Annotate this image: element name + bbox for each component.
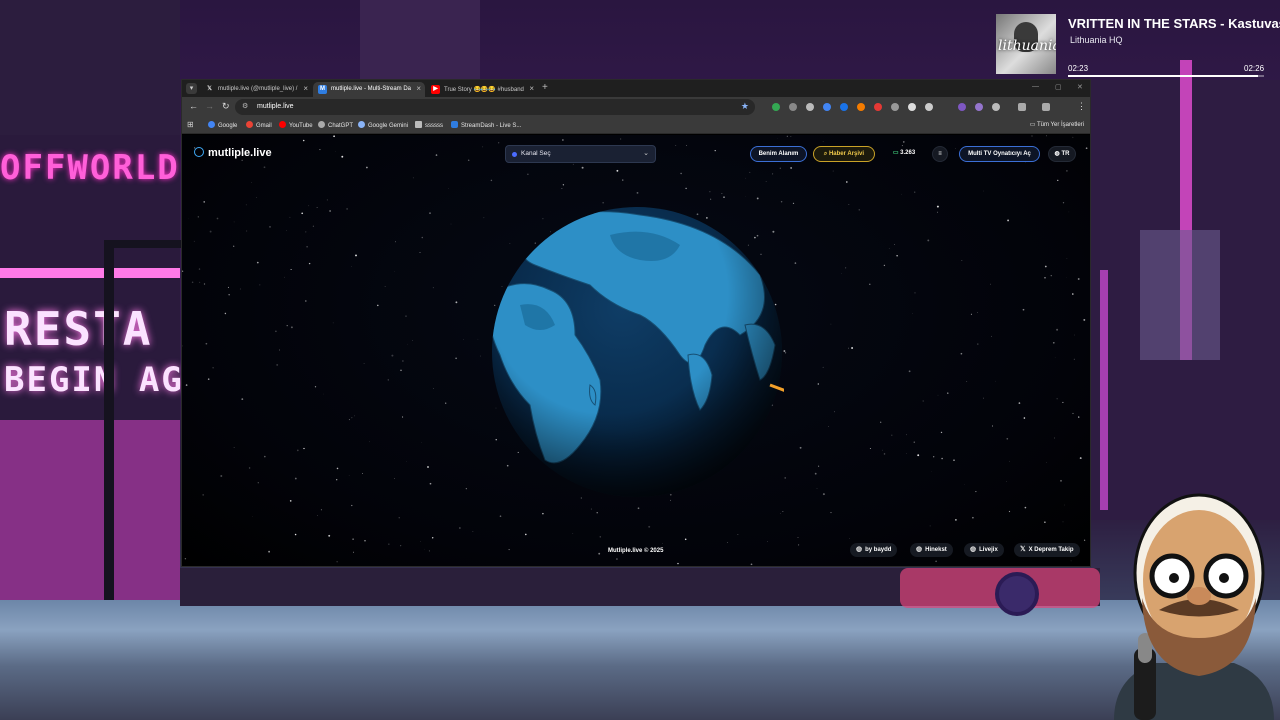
my-area-button[interactable]: Benim Alanım xyxy=(750,146,807,162)
track-time-current: 02:23 xyxy=(1068,64,1089,73)
site-info-icon[interactable]: ⚙ xyxy=(242,102,248,110)
bookmark-google[interactable]: Google xyxy=(208,121,237,129)
close-tab-icon[interactable]: × xyxy=(416,84,421,93)
bookmark-gemini[interactable]: Google Gemini xyxy=(358,121,408,129)
youtube-icon: ▶ xyxy=(431,85,440,94)
address-bar[interactable]: ⚙ mutliple.live ★ xyxy=(235,99,755,115)
reload-icon[interactable]: ↻ xyxy=(222,101,230,112)
youtube-icon xyxy=(279,121,286,128)
extension-icon[interactable] xyxy=(908,103,916,111)
bookmarks-bar: ⊞ Google Gmail YouTube ChatGPT Google Ge… xyxy=(182,117,1090,134)
extension-icon[interactable] xyxy=(772,103,780,111)
bookmark-gmail[interactable]: Gmail xyxy=(246,121,272,129)
gmail-icon xyxy=(246,121,253,128)
extension-icon[interactable] xyxy=(840,103,848,111)
viewer-count: ▭ 3.263 xyxy=(892,150,916,156)
folder-icon: ▭ xyxy=(1029,122,1037,128)
browser-window: ▾ 𝕏 mutliple.live (@mutliple_live) / × M… xyxy=(181,79,1091,567)
all-bookmarks-folder[interactable]: ▭ Tüm Yer İşaretleri xyxy=(1030,121,1084,128)
gemini-icon xyxy=(358,121,365,128)
x-icon: 𝕏 xyxy=(1020,546,1026,553)
bookmark-youtube[interactable]: YouTube xyxy=(279,121,313,129)
tab-twitter[interactable]: 𝕏 mutliple.live (@mutliple_live) / × xyxy=(200,82,312,97)
menu-icon: ≡ xyxy=(938,151,942,157)
tab-mutliple[interactable]: M mutliple.live - Multi-Stream Da × xyxy=(313,82,425,97)
copyright-text: Mutliple.live © 2025 xyxy=(608,548,664,554)
bookmark-folder[interactable]: ssssss xyxy=(415,121,443,129)
folder-icon xyxy=(415,121,422,128)
tab-title: mutliple.live (@mutliple_live) / xyxy=(218,86,298,92)
forward-icon[interactable]: → xyxy=(205,101,214,111)
neon-sign-offworld: OFFWORLD xyxy=(0,148,180,188)
bookmark-chatgpt[interactable]: ChatGPT xyxy=(318,121,353,129)
streamer-avatar xyxy=(1114,493,1274,720)
news-archive-button[interactable]: ⌕ Haber Arşivi xyxy=(813,146,875,162)
extensions-puzzle-icon[interactable] xyxy=(992,103,1000,111)
language-button[interactable]: ◍ TR xyxy=(1048,146,1076,162)
extension-icon[interactable] xyxy=(857,103,865,111)
browser-toolbar: ← → ↻ ⚙ mutliple.live ★ ⋮ xyxy=(182,97,1090,117)
site-logo[interactable]: mutliple.live xyxy=(194,147,272,159)
close-window-icon[interactable]: ✕ xyxy=(1077,83,1083,91)
bookmark-streamdash[interactable]: StreamDash - Live S... xyxy=(451,121,521,129)
close-tab-icon[interactable]: × xyxy=(529,84,534,93)
channel-select-label: Kanal Seç xyxy=(521,150,551,157)
page-content: mutliple.live Kanal Seç ⌄ Benim Alanım ⌕… xyxy=(182,135,1090,566)
globe-icon: ◍ xyxy=(856,546,863,553)
url-text: mutliple.live xyxy=(257,103,294,110)
sidepanel-icon[interactable] xyxy=(1018,103,1026,111)
globe-icon xyxy=(194,147,204,157)
extension-icon[interactable] xyxy=(874,103,882,111)
extension-icon[interactable] xyxy=(958,103,966,111)
track-artist: Lithuania HQ xyxy=(1070,35,1123,45)
back-icon[interactable]: ← xyxy=(189,101,198,111)
album-cover: lithuania xyxy=(996,14,1056,74)
channel-select[interactable]: Kanal Seç ⌄ xyxy=(505,145,656,163)
neon-sign-begin: BEGIN AG xyxy=(4,360,184,400)
track-progress-bar xyxy=(1068,75,1264,77)
streamdash-icon xyxy=(451,121,458,128)
multi-tv-button[interactable]: Multi TV Oynatıcıyı Aç xyxy=(959,146,1040,162)
tab-title: True Story 😂😂😂 #husband xyxy=(444,87,524,93)
globe-icon: ◍ xyxy=(970,546,977,553)
interactive-globe[interactable] xyxy=(490,205,784,499)
minimize-icon[interactable]: — xyxy=(1032,83,1039,90)
cover-text: lithuania xyxy=(998,38,1056,54)
download-icon[interactable] xyxy=(1042,103,1050,111)
google-icon xyxy=(208,121,215,128)
chevron-down-icon: ⌄ xyxy=(643,150,649,157)
track-title: VRITTEN IN THE STARS - Kastuvas xyxy=(1068,16,1280,31)
chatgpt-icon xyxy=(318,121,325,128)
footer-link-baydd[interactable]: ◍ by baydd xyxy=(850,543,898,557)
x-icon: 𝕏 xyxy=(207,86,212,92)
menu-button[interactable]: ≡ xyxy=(932,146,948,162)
extension-icon[interactable] xyxy=(925,103,933,111)
new-tab-icon[interactable]: + xyxy=(542,82,548,93)
maximize-icon[interactable]: ▢ xyxy=(1055,83,1062,91)
extension-icon[interactable] xyxy=(823,103,831,111)
extension-icon[interactable] xyxy=(789,103,797,111)
tab-strip: ▾ 𝕏 mutliple.live (@mutliple_live) / × M… xyxy=(182,80,1090,97)
apps-grid-icon[interactable]: ⊞ xyxy=(187,120,194,129)
tab-youtube[interactable]: ▶ True Story 😂😂😂 #husband × xyxy=(426,82,538,97)
footer-link-livejix[interactable]: ◍ Livejix xyxy=(964,543,1004,557)
track-time-total: 02:26 xyxy=(1244,64,1265,73)
globe-icon: ◍ xyxy=(916,546,923,553)
channel-dot-icon xyxy=(512,152,517,157)
close-tab-icon[interactable]: × xyxy=(303,84,308,93)
site-icon: M xyxy=(318,85,327,94)
bookmark-star-icon[interactable]: ★ xyxy=(741,101,749,112)
footer-link-deprem[interactable]: 𝕏X Deprem Takip xyxy=(1014,543,1080,557)
tab-title: mutliple.live - Multi-Stream Da xyxy=(331,86,412,92)
extension-icon[interactable] xyxy=(975,103,983,111)
extension-icon[interactable] xyxy=(891,103,899,111)
site-logo-text: mutliple.live xyxy=(208,147,272,159)
footer-link-hinekst[interactable]: ◍ Hinekst xyxy=(910,543,953,557)
extension-icon[interactable] xyxy=(806,103,814,111)
neon-sign-resta: RESTA xyxy=(4,302,153,356)
browser-menu-icon[interactable]: ⋮ xyxy=(1077,101,1086,112)
now-playing-widget: lithuania VRITTEN IN THE STARS - Kastuva… xyxy=(994,12,1280,77)
tab-search-button[interactable]: ▾ xyxy=(186,83,197,94)
